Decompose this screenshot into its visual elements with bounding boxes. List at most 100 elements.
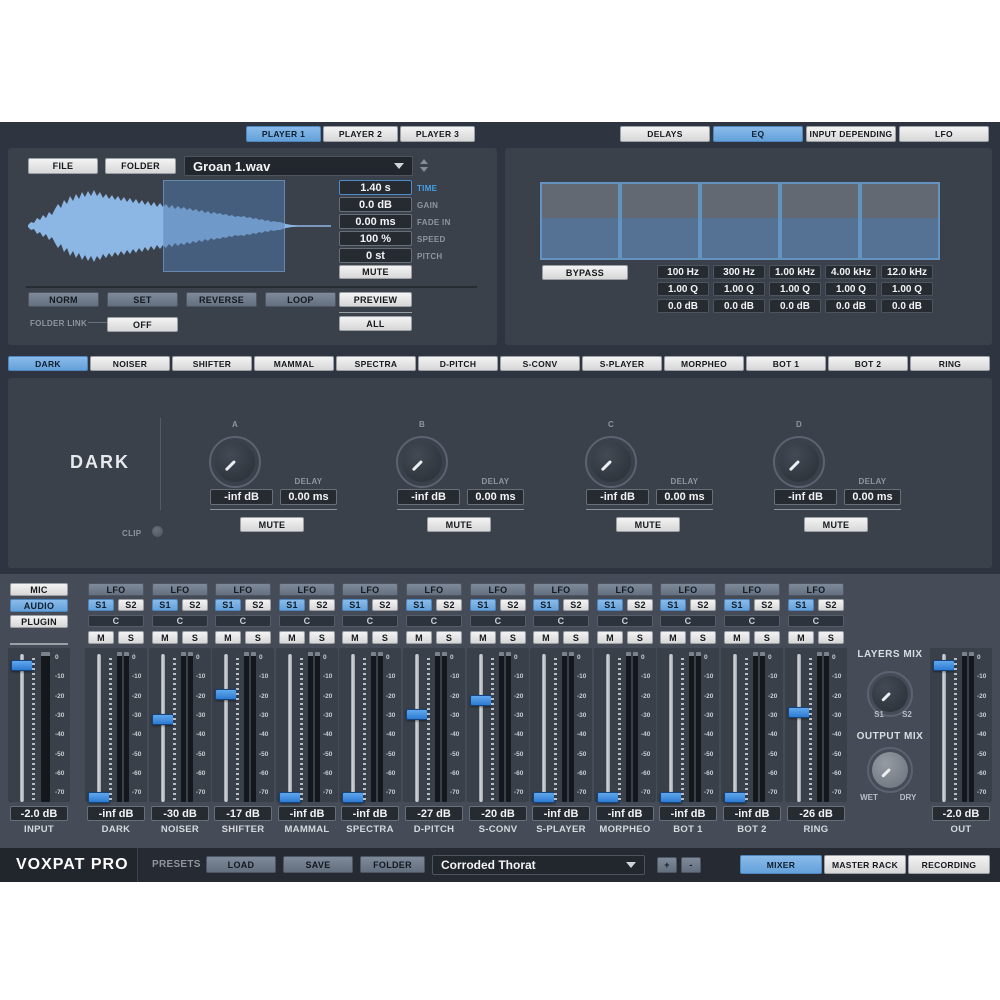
strip-s-player-center-button[interactable]: C <box>533 615 589 627</box>
fader-handle-dark[interactable] <box>88 792 110 803</box>
waveform-selection[interactable] <box>163 180 285 272</box>
strip-ring-solo-button[interactable]: S <box>818 631 844 644</box>
fader-handle-input[interactable] <box>11 660 33 671</box>
player-tab-2[interactable]: PLAYER 2 <box>323 126 398 142</box>
strip-mammal-s2-button[interactable]: S2 <box>309 599 335 611</box>
source-audio-button[interactable]: AUDIO <box>10 599 68 612</box>
strip-spectra-solo-button[interactable]: S <box>372 631 398 644</box>
strip-mammal-s1-button[interactable]: S1 <box>279 599 305 611</box>
eq-band-5[interactable] <box>860 182 940 260</box>
strip-noiser-s2-button[interactable]: S2 <box>182 599 208 611</box>
eq-gains-3[interactable]: 0.0 dB <box>769 299 821 313</box>
fader-handle-mammal[interactable] <box>279 792 301 803</box>
layer-tab-d-pitch[interactable]: D-PITCH <box>418 356 498 371</box>
channel-value-mammal[interactable]: -inf dB <box>278 806 336 821</box>
sample-select[interactable]: Groan 1.wav <box>184 156 413 176</box>
param-value-fade-in[interactable]: 0.00 ms <box>339 214 412 229</box>
channel-value-spectra[interactable]: -inf dB <box>341 806 399 821</box>
strip-morpheo-s2-button[interactable]: S2 <box>627 599 653 611</box>
fader-track-mammal[interactable] <box>288 654 292 802</box>
eq-gains-2[interactable]: 0.0 dB <box>713 299 765 313</box>
strip-d-pitch-s1-button[interactable]: S1 <box>406 599 432 611</box>
fader-handle-d-pitch[interactable] <box>406 709 428 720</box>
player-tab-3[interactable]: PLAYER 3 <box>400 126 475 142</box>
player-set-button[interactable]: SET <box>107 292 178 307</box>
fader-track-ring[interactable] <box>797 654 801 802</box>
strip-s-conv-s1-button[interactable]: S1 <box>470 599 496 611</box>
strip-d-pitch-lfo-button[interactable]: LFO <box>406 583 462 596</box>
strip-spectra-lfo-button[interactable]: LFO <box>342 583 398 596</box>
strip-s-player-s1-button[interactable]: S1 <box>533 599 559 611</box>
eq-q_values-1[interactable]: 1.00 Q <box>657 282 709 296</box>
strip-noiser-s1-button[interactable]: S1 <box>152 599 178 611</box>
strip-s-conv-center-button[interactable]: C <box>470 615 526 627</box>
folder-button[interactable]: FOLDER <box>105 158 176 174</box>
fader-track-morpheo[interactable] <box>606 654 610 802</box>
strip-s-conv-solo-button[interactable]: S <box>500 631 526 644</box>
strip-d-pitch-center-button[interactable]: C <box>406 615 462 627</box>
strip-bot-2-s1-button[interactable]: S1 <box>724 599 750 611</box>
layer-tab-morpheo[interactable]: MORPHEO <box>664 356 744 371</box>
strip-bot-1-s1-button[interactable]: S1 <box>660 599 686 611</box>
strip-shifter-lfo-button[interactable]: LFO <box>215 583 271 596</box>
fader-track-s-player[interactable] <box>542 654 546 802</box>
fader-handle-bot-2[interactable] <box>724 792 746 803</box>
knob-delay-c[interactable]: 0.00 ms <box>656 489 713 505</box>
strip-noiser-solo-button[interactable]: S <box>182 631 208 644</box>
fader-track-spectra[interactable] <box>351 654 355 802</box>
layer-tab-ring[interactable]: RING <box>910 356 990 371</box>
channel-value-d-pitch[interactable]: -27 dB <box>405 806 463 821</box>
layer-tab-bot-1[interactable]: BOT 1 <box>746 356 826 371</box>
strip-bot-2-lfo-button[interactable]: LFO <box>724 583 780 596</box>
knob-level-b[interactable]: -inf dB <box>397 489 460 505</box>
knob-delay-d[interactable]: 0.00 ms <box>844 489 901 505</box>
knob-mute-a[interactable]: MUTE <box>240 517 304 532</box>
fader-track-dark[interactable] <box>97 654 101 802</box>
fader-handle-s-conv[interactable] <box>470 695 492 706</box>
channel-value-dark[interactable]: -inf dB <box>87 806 145 821</box>
knob-mute-c[interactable]: MUTE <box>616 517 680 532</box>
fader-handle-out[interactable] <box>933 660 955 671</box>
preset-plus-button[interactable]: + <box>657 857 677 873</box>
strip-dark-s1-button[interactable]: S1 <box>88 599 114 611</box>
strip-s-conv-mute-button[interactable]: M <box>470 631 496 644</box>
knob-delay-a[interactable]: 0.00 ms <box>280 489 337 505</box>
strip-bot-2-center-button[interactable]: C <box>724 615 780 627</box>
strip-mammal-solo-button[interactable]: S <box>309 631 335 644</box>
fader-track-out[interactable] <box>942 654 946 802</box>
channel-value-s-conv[interactable]: -20 dB <box>469 806 527 821</box>
strip-spectra-center-button[interactable]: C <box>342 615 398 627</box>
eq-gains-5[interactable]: 0.0 dB <box>881 299 933 313</box>
eq-q_values-3[interactable]: 1.00 Q <box>769 282 821 296</box>
preset-minus-button[interactable]: - <box>681 857 701 873</box>
strip-s-player-mute-button[interactable]: M <box>533 631 559 644</box>
fader-track-d-pitch[interactable] <box>415 654 419 802</box>
strip-mammal-mute-button[interactable]: M <box>279 631 305 644</box>
preview-button[interactable]: PREVIEW <box>339 292 412 307</box>
param-value-pitch[interactable]: 0 st <box>339 248 412 263</box>
strip-bot-2-mute-button[interactable]: M <box>724 631 750 644</box>
strip-s-conv-s2-button[interactable]: S2 <box>500 599 526 611</box>
fx-tab-input-depending[interactable]: INPUT DEPENDING <box>806 126 896 142</box>
strip-bot-1-center-button[interactable]: C <box>660 615 716 627</box>
strip-morpheo-mute-button[interactable]: M <box>597 631 623 644</box>
strip-noiser-mute-button[interactable]: M <box>152 631 178 644</box>
layer-tab-s-player[interactable]: S-PLAYER <box>582 356 662 371</box>
eq-q_values-4[interactable]: 1.00 Q <box>825 282 877 296</box>
param-value-gain[interactable]: 0.0 dB <box>339 197 412 212</box>
strip-ring-mute-button[interactable]: M <box>788 631 814 644</box>
eq-frequencies-2[interactable]: 300 Hz <box>713 265 765 279</box>
strip-s-player-lfo-button[interactable]: LFO <box>533 583 589 596</box>
strip-dark-mute-button[interactable]: M <box>88 631 114 644</box>
fader-track-s-conv[interactable] <box>479 654 483 802</box>
all-button[interactable]: ALL <box>339 316 412 331</box>
layer-tab-mammal[interactable]: MAMMAL <box>254 356 334 371</box>
channel-value-input[interactable]: -2.0 dB <box>10 806 68 821</box>
strip-spectra-s1-button[interactable]: S1 <box>342 599 368 611</box>
strip-mammal-center-button[interactable]: C <box>279 615 335 627</box>
strip-noiser-center-button[interactable]: C <box>152 615 208 627</box>
fader-handle-bot-1[interactable] <box>660 792 682 803</box>
channel-value-out[interactable]: -2.0 dB <box>932 806 990 821</box>
knob-level-a[interactable]: -inf dB <box>210 489 273 505</box>
param-value-time[interactable]: 1.40 s <box>339 180 412 195</box>
